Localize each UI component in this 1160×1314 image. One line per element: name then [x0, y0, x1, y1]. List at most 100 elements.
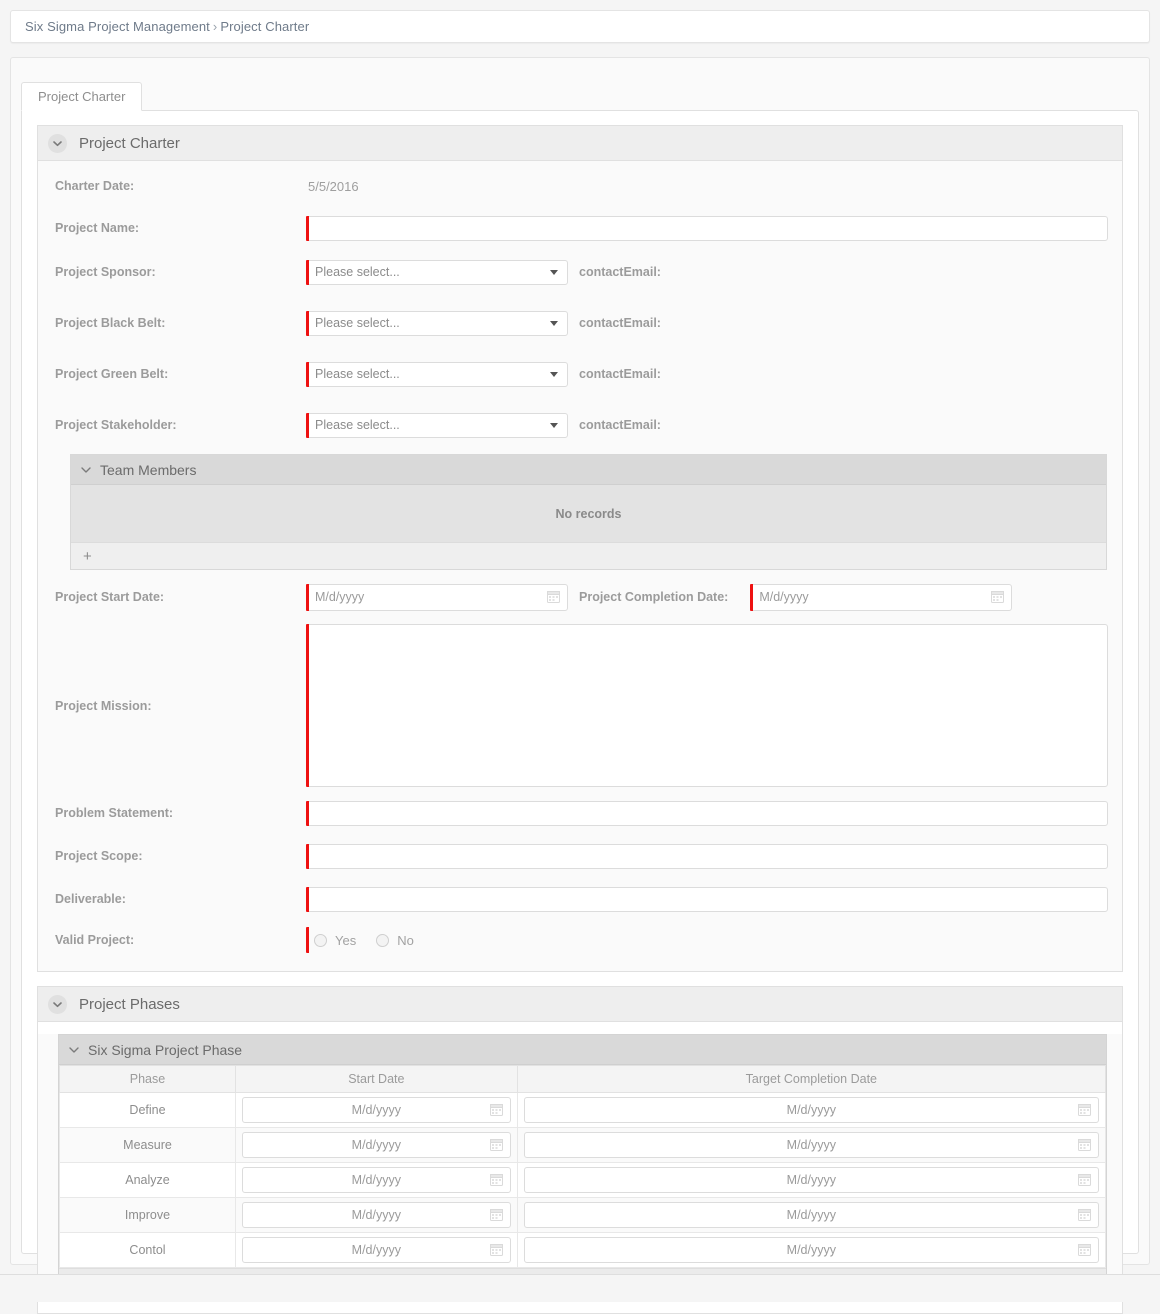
table-row: Contol M/d/yyyy M/d/yyyy [59, 1232, 1107, 1268]
chevron-down-icon[interactable] [48, 994, 67, 1014]
chevron-down-icon[interactable] [69, 1044, 79, 1056]
tab-content-panel: Project Charter Charter Date: 5/5/2016 P… [21, 110, 1139, 1314]
target-completion-date-placeholder: M/d/yyyy [786, 1243, 836, 1257]
table-row: Measure M/d/yyyy M/d/yyyy [59, 1127, 1107, 1163]
project-completion-date-wrap: M/d/yyyy [750, 583, 1013, 611]
target-completion-date-input[interactable]: M/d/yyyy [523, 1167, 1099, 1193]
calendar-icon[interactable] [547, 590, 560, 603]
cell-phase-name: Analyze [59, 1162, 236, 1198]
section-project-charter-title: Project Charter [79, 134, 180, 152]
cell-start-date: M/d/yyyy [235, 1092, 518, 1128]
project-name-input-wrap [306, 215, 1108, 241]
start-date-input[interactable]: M/d/yyyy [242, 1132, 511, 1158]
cell-start-date: M/d/yyyy [235, 1162, 518, 1198]
team-members-grid-footer: + [71, 542, 1106, 569]
chevron-down-icon [550, 423, 558, 428]
section-project-phases: Project Phases Six Sigma Project Phase P… [37, 986, 1123, 1314]
target-completion-date-placeholder: M/d/yyyy [786, 1103, 836, 1117]
phases-table-header-row: Phase Start Date Target Completion Date [59, 1065, 1107, 1093]
breadcrumb-separator-icon: › [212, 19, 218, 34]
label-project-green-belt: Project Green Belt: [55, 367, 169, 381]
calendar-icon[interactable] [489, 1243, 503, 1256]
valid-project-radio-group-wrap: Yes No [306, 927, 434, 953]
team-members-grid-body: No records [71, 485, 1106, 542]
target-completion-date-input[interactable]: M/d/yyyy [523, 1237, 1099, 1263]
project-completion-date-input[interactable]: M/d/yyyy [750, 583, 1013, 611]
phases-table-body: Define M/d/yyyy M/d/yyyy Measure M/d/yyyy M/d… [59, 1092, 1107, 1268]
add-team-member-button[interactable]: + [83, 549, 92, 564]
radio-valid-project-yes[interactable] [314, 933, 327, 947]
calendar-icon[interactable] [1078, 1243, 1091, 1256]
section-project-charter-header[interactable]: Project Charter [38, 126, 1122, 161]
calendar-icon[interactable] [489, 1103, 503, 1116]
project-start-date-input[interactable]: M/d/yyyy [306, 583, 568, 611]
start-date-placeholder: M/d/yyyy [351, 1138, 401, 1152]
label-contact-email-green-belt: contactEmail: [579, 367, 661, 381]
label-project-mission: Project Mission: [55, 698, 152, 713]
problem-statement-input[interactable] [306, 800, 1108, 826]
column-header-target-completion-date[interactable]: Target Completion Date [516, 1065, 1107, 1093]
cell-phase-name: Define [59, 1092, 236, 1128]
cell-phase-name: Contol [59, 1232, 236, 1268]
project-green-belt-select-value: Please select... [315, 367, 400, 381]
grid-six-sigma-project-phase-header[interactable]: Six Sigma Project Phase [59, 1035, 1106, 1065]
label-contact-email-sponsor: contactEmail: [579, 265, 661, 279]
deliverable-input-wrap [306, 886, 1108, 912]
field-row-project-name: Project Name: [38, 213, 1122, 243]
label-project-completion-date: Project Completion Date: [579, 590, 729, 604]
label-project-stakeholder: Project Stakeholder: [55, 418, 177, 432]
column-header-start-date[interactable]: Start Date [235, 1065, 518, 1093]
subpanel-team-members-header[interactable]: Team Members [71, 455, 1106, 485]
target-completion-date-input[interactable]: M/d/yyyy [523, 1097, 1099, 1123]
project-scope-input[interactable] [306, 843, 1108, 869]
section-project-phases-header[interactable]: Project Phases [38, 987, 1122, 1022]
column-header-phase[interactable]: Phase [59, 1065, 236, 1093]
field-row-charter-date: Charter Date: 5/5/2016 [38, 171, 1122, 201]
project-name-input[interactable] [306, 215, 1108, 241]
field-row-valid-project: Valid Project: Yes No [38, 925, 1122, 955]
calendar-icon[interactable] [1078, 1138, 1091, 1151]
tab-project-charter[interactable]: Project Charter [21, 82, 143, 111]
field-row-project-dates: Project Start Date: M/d/yyyy Project Com… [38, 582, 1122, 612]
start-date-input[interactable]: M/d/yyyy [242, 1237, 511, 1263]
breadcrumb-root-link[interactable]: Six Sigma Project Management [25, 19, 210, 34]
project-black-belt-select[interactable]: Please select... [306, 310, 568, 336]
target-completion-date-placeholder: M/d/yyyy [786, 1208, 836, 1222]
cell-start-date: M/d/yyyy [235, 1197, 518, 1233]
project-start-date-wrap: M/d/yyyy [306, 583, 568, 611]
label-valid-project-no[interactable]: No [397, 933, 414, 948]
start-date-input[interactable]: M/d/yyyy [242, 1202, 511, 1228]
label-project-black-belt: Project Black Belt: [55, 316, 166, 330]
start-date-input[interactable]: M/d/yyyy [242, 1097, 511, 1123]
radio-valid-project-no[interactable] [376, 933, 390, 947]
field-row-problem-statement: Problem Statement: [38, 798, 1122, 828]
table-row: Analyze M/d/yyyy M/d/yyyy [59, 1162, 1107, 1198]
chevron-down-icon[interactable] [81, 464, 91, 476]
footer-bar [0, 1274, 1160, 1302]
calendar-icon[interactable] [1078, 1103, 1091, 1116]
calendar-icon[interactable] [1078, 1208, 1091, 1221]
project-green-belt-select[interactable]: Please select... [306, 361, 568, 387]
target-completion-date-input[interactable]: M/d/yyyy [523, 1202, 1099, 1228]
project-sponsor-select[interactable]: Please select... [306, 259, 568, 285]
start-date-input[interactable]: M/d/yyyy [242, 1167, 511, 1193]
project-scope-input-wrap [306, 843, 1108, 869]
grid-six-sigma-project-phase-title: Six Sigma Project Phase [88, 1041, 243, 1058]
cell-target-completion-date: M/d/yyyy [516, 1162, 1107, 1198]
project-mission-textarea[interactable] [306, 624, 1108, 787]
deliverable-input[interactable] [306, 886, 1108, 912]
field-row-project-green-belt: Project Green Belt: Please select... con… [38, 359, 1122, 389]
calendar-icon[interactable] [489, 1173, 503, 1186]
target-completion-date-input[interactable]: M/d/yyyy [523, 1132, 1099, 1158]
problem-statement-input-wrap [306, 800, 1108, 826]
chevron-down-icon[interactable] [48, 133, 67, 153]
calendar-icon[interactable] [489, 1138, 503, 1151]
calendar-icon[interactable] [489, 1208, 503, 1221]
calendar-icon[interactable] [991, 590, 1005, 603]
section-project-charter-body: Charter Date: 5/5/2016 Project Name: Pro… [38, 161, 1122, 971]
project-sponsor-select-wrap: Please select... [306, 259, 568, 285]
project-stakeholder-select[interactable]: Please select... [306, 412, 568, 438]
label-valid-project-yes[interactable]: Yes [335, 933, 356, 948]
team-members-empty-text: No records [555, 506, 622, 521]
calendar-icon[interactable] [1078, 1173, 1091, 1186]
